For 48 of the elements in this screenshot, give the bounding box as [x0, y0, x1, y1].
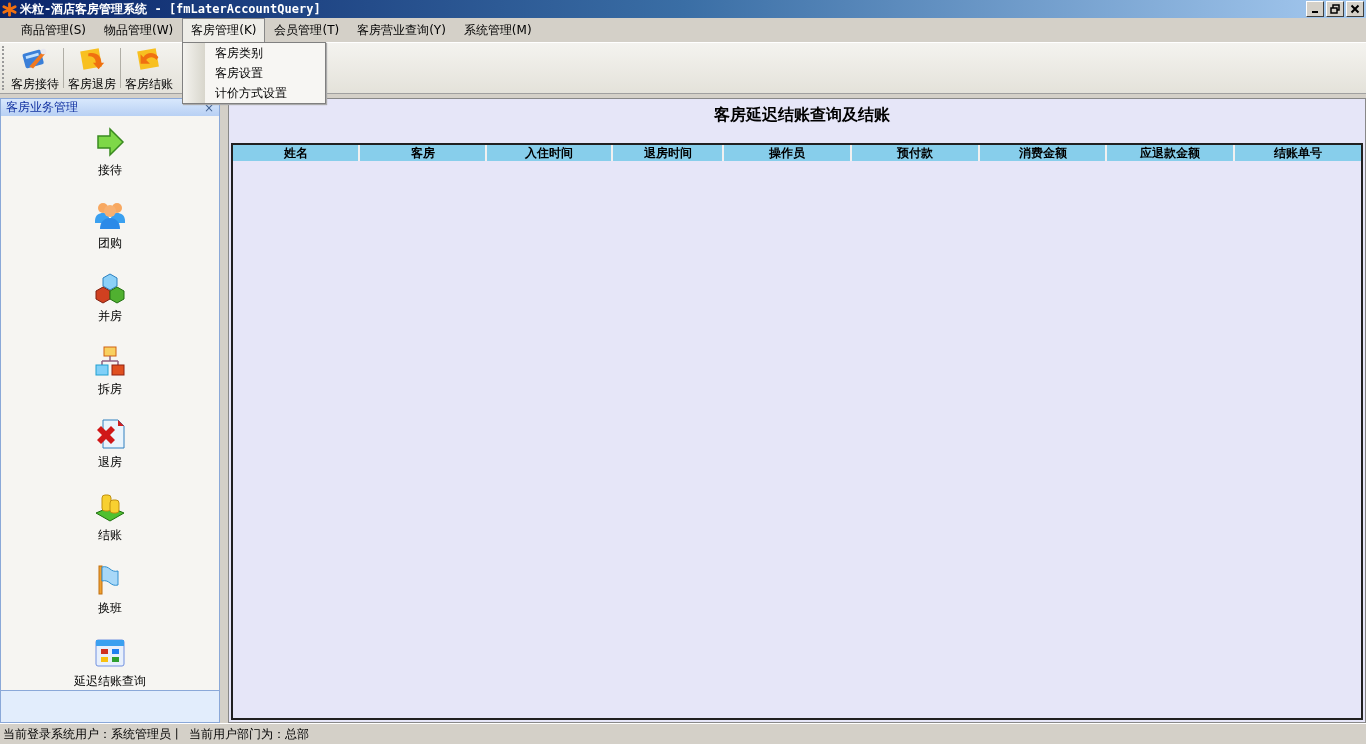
toolbar-button[interactable]: 客房结账 — [123, 41, 175, 95]
close-icon — [1349, 3, 1361, 15]
page-heading: 客房延迟结账查询及结账 — [713, 105, 890, 126]
menu-gutter — [183, 42, 206, 103]
restore-icon — [1329, 3, 1341, 15]
coins-icon[interactable] — [94, 491, 126, 524]
menu-item[interactable]: 物品管理(W) — [95, 17, 183, 43]
dashboard-icon[interactable] — [94, 637, 126, 670]
arrow-icon[interactable] — [94, 126, 126, 159]
nav-item-label[interactable]: 接待 — [98, 162, 122, 180]
column-header[interactable]: 退房时间 — [613, 145, 724, 161]
column-header[interactable]: 姓名 — [233, 145, 360, 161]
nav-item-label[interactable]: 并房 — [98, 308, 122, 326]
column-header[interactable]: 应退款金额 — [1107, 145, 1235, 161]
close-button[interactable]: × — [203, 100, 214, 115]
close-button[interactable] — [1346, 1, 1364, 17]
column-header[interactable]: 消费金额 — [980, 145, 1107, 161]
menu-item[interactable]: 会员管理(T) — [265, 17, 349, 43]
window-title: 米粒-酒店客房管理系统 - [fmLaterAccountQuery] — [20, 0, 321, 18]
menu-item[interactable]: 客房管理(K) — [182, 17, 266, 43]
cubes-icon[interactable] — [94, 272, 126, 305]
column-header[interactable]: 结账单号 — [1235, 145, 1361, 161]
menu-option[interactable]: 计价方式设置 — [205, 82, 326, 103]
column-header[interactable]: 预付款 — [852, 145, 980, 161]
status-text: 当前用户部门为：总部 — [189, 725, 309, 743]
column-header[interactable]: 入住时间 — [487, 145, 613, 161]
minimize-icon — [1312, 11, 1318, 13]
restore-button[interactable] — [1326, 1, 1344, 17]
hierarchy-icon[interactable] — [94, 345, 126, 378]
nav-item-label[interactable]: 拆房 — [98, 381, 122, 399]
menu-option[interactable]: 客房类别 — [205, 42, 326, 63]
nav-item-label[interactable]: 结账 — [98, 527, 122, 545]
panel-title: 客房业务管理 — [6, 99, 78, 117]
column-header[interactable]: 客房 — [360, 145, 487, 161]
minimize-button[interactable] — [1306, 1, 1324, 17]
nav-item-label[interactable]: 团购 — [98, 235, 122, 253]
toolbar-button[interactable]: 客房退房 — [66, 41, 118, 95]
nav-item-label[interactable]: 退房 — [98, 454, 122, 472]
nav-item-label[interactable]: 延迟结账查询 — [74, 673, 146, 691]
menu-item[interactable]: 系统管理(M) — [454, 17, 541, 43]
asterisk-logo-icon — [2, 1, 17, 17]
toolbar-button[interactable]: 客房接待 — [9, 41, 61, 95]
status-text: 当前登录系统用户：系统管理员丨 — [3, 725, 183, 743]
nav-item-label[interactable]: 换班 — [98, 600, 122, 618]
menu-item[interactable]: 客房营业查询(Y) — [348, 17, 455, 43]
menu-option[interactable]: 客房设置 — [205, 62, 326, 83]
menu-item[interactable]: 商品管理(S) — [12, 17, 95, 43]
column-header[interactable]: 操作员 — [724, 145, 852, 161]
